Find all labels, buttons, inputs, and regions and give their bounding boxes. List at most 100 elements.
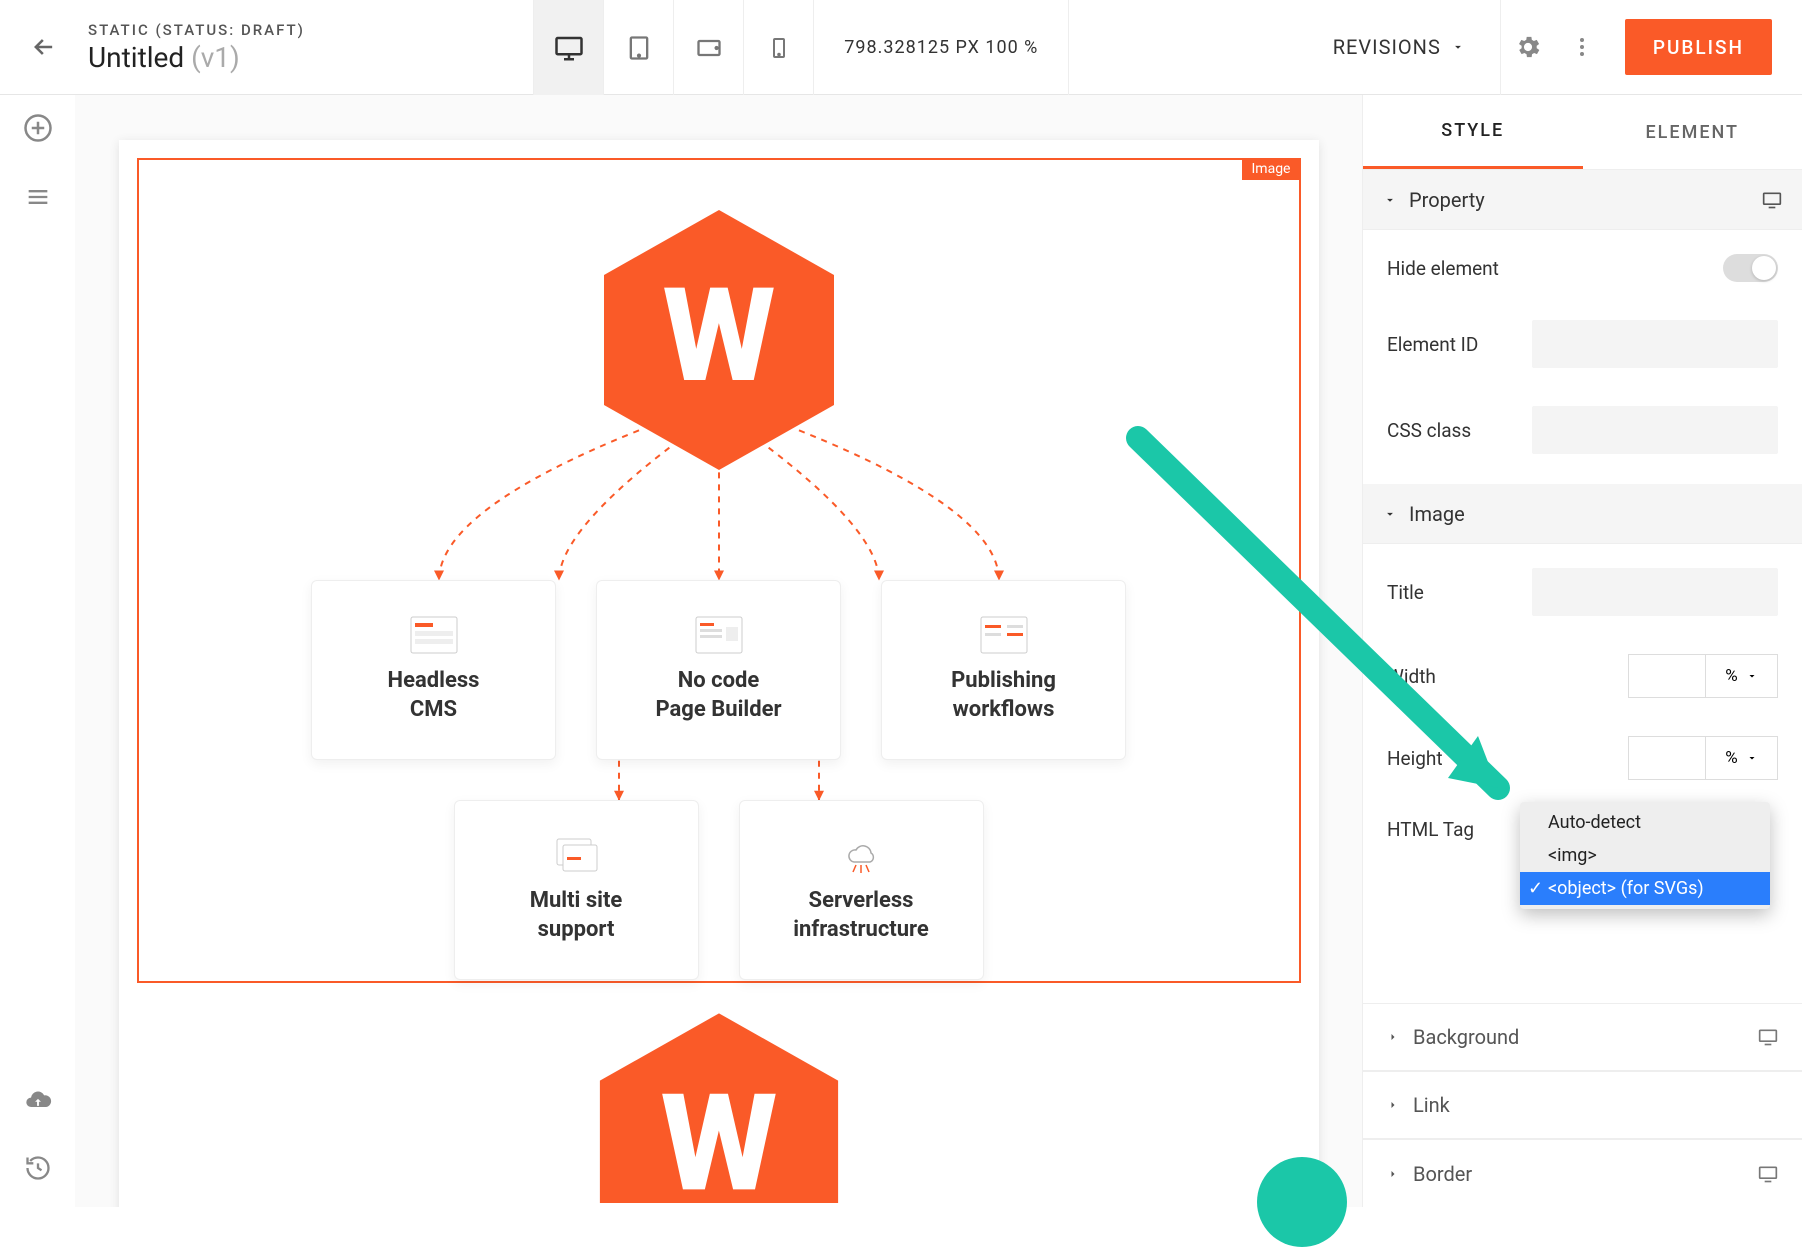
- canvas-area[interactable]: Image: [75, 95, 1362, 1207]
- dropdown-option[interactable]: Auto-detect: [1520, 806, 1770, 839]
- card-label: Multi sitesupport: [530, 887, 623, 944]
- tab-element[interactable]: ELEMENT: [1583, 95, 1802, 169]
- page-title: Untitled (v1): [88, 41, 305, 74]
- card-page-builder: No codePage Builder: [596, 580, 841, 760]
- html-tag-dropdown[interactable]: Auto-detect <img> <object> (for SVGs): [1520, 802, 1770, 909]
- history-button[interactable]: [24, 1154, 52, 1182]
- device-desktop[interactable]: [533, 0, 603, 95]
- css-class-input[interactable]: [1532, 406, 1778, 454]
- prop-css-class: CSS class: [1387, 406, 1778, 454]
- unit-text: %: [1725, 666, 1737, 686]
- more-vertical-icon: [1570, 35, 1594, 59]
- dropdown-option[interactable]: <object> (for SVGs): [1520, 872, 1770, 905]
- card-label: Publishingworkflows: [951, 667, 1056, 724]
- image-title-input[interactable]: [1532, 568, 1778, 616]
- feature-row-2: Multi sitesupport Serverlessinfrastructu…: [139, 800, 1299, 980]
- unit-text: %: [1725, 748, 1737, 768]
- element-id-input[interactable]: [1532, 320, 1778, 368]
- status-label: STATIC (STATUS: DRAFT): [88, 21, 305, 39]
- caret-down-icon: [1746, 752, 1758, 764]
- section-property-body: Hide element Element ID CSS class: [1363, 230, 1802, 484]
- caret-right-icon: [1387, 1099, 1399, 1111]
- prop-label: HTML Tag: [1387, 818, 1532, 841]
- more-button[interactable]: [1555, 0, 1610, 95]
- topbar: STATIC (STATUS: DRAFT) Untitled (v1) 798…: [0, 0, 1802, 95]
- prop-width: Width %: [1387, 654, 1778, 698]
- card-label: HeadlessCMS: [388, 667, 480, 724]
- prop-label: Element ID: [1387, 333, 1532, 356]
- device-icon: [1758, 1164, 1778, 1184]
- section-title: Image: [1409, 502, 1465, 526]
- publish-button[interactable]: PUBLISH: [1625, 19, 1772, 75]
- card-label: Serverlessinfrastructure: [793, 887, 929, 944]
- feature-row-1: HeadlessCMS No codePage Builder Publishi…: [139, 580, 1299, 760]
- history-icon: [24, 1154, 52, 1182]
- caret-down-icon: [1746, 670, 1758, 682]
- second-image-block: W: [137, 1003, 1301, 1203]
- height-input[interactable]: [1628, 736, 1706, 780]
- section-title: Link: [1413, 1093, 1450, 1117]
- settings-button[interactable]: [1500, 0, 1555, 95]
- svg-text:W: W: [660, 1064, 777, 1203]
- section-title: Property: [1409, 188, 1485, 212]
- device-icon: [1758, 1027, 1778, 1047]
- caret-right-icon: [1387, 1168, 1399, 1180]
- right-panel: STYLE ELEMENT Property Hide element Elem…: [1362, 95, 1802, 1207]
- device-tablet[interactable]: [603, 0, 673, 95]
- revisions-dropdown[interactable]: REVISIONS: [1298, 0, 1500, 95]
- section-border[interactable]: Border: [1363, 1139, 1802, 1207]
- upload-button[interactable]: [24, 1086, 52, 1114]
- card-serverless: Serverlessinfrastructure: [739, 800, 984, 980]
- prop-title: Title: [1387, 568, 1778, 616]
- prop-label: Height: [1387, 747, 1532, 770]
- prop-label: CSS class: [1387, 419, 1532, 442]
- cloud-upload-icon: [24, 1086, 52, 1114]
- caret-right-icon: [1387, 1031, 1399, 1043]
- floating-action-button[interactable]: [1257, 1157, 1347, 1247]
- device-icon: [1762, 190, 1782, 210]
- caret-down-icon: [1451, 40, 1465, 54]
- prop-height: Height %: [1387, 736, 1778, 780]
- add-button[interactable]: [23, 113, 53, 143]
- card-multisite: Multi sitesupport: [454, 800, 699, 980]
- prop-label: Title: [1387, 581, 1532, 604]
- canvas-dimensions: 798.328125 PX 100 %: [813, 0, 1069, 95]
- caret-down-icon: [1383, 507, 1397, 521]
- card-headless-cms: HeadlessCMS: [311, 580, 556, 760]
- prop-label: Hide element: [1387, 257, 1532, 280]
- device-mobile[interactable]: [743, 0, 813, 95]
- dropdown-option[interactable]: <img>: [1520, 839, 1770, 872]
- hide-toggle[interactable]: [1723, 254, 1778, 282]
- layers-button[interactable]: [24, 183, 52, 211]
- back-button[interactable]: [10, 0, 78, 95]
- prop-element-id: Element ID: [1387, 320, 1778, 368]
- device-tablet-landscape[interactable]: [673, 0, 743, 95]
- version-text: (v1): [191, 41, 240, 74]
- height-unit-select[interactable]: %: [1706, 736, 1778, 780]
- card-label: No codePage Builder: [655, 667, 781, 724]
- page-frame: Image: [119, 140, 1319, 1207]
- section-property-header[interactable]: Property: [1363, 170, 1802, 230]
- section-title: Border: [1413, 1162, 1472, 1186]
- diagram: W HeadlessCMS No codePage Builder Publis…: [139, 160, 1299, 981]
- selected-image-block[interactable]: Image: [137, 158, 1301, 983]
- section-image-header[interactable]: Image: [1363, 484, 1802, 544]
- caret-down-icon: [1383, 193, 1397, 207]
- section-link[interactable]: Link: [1363, 1071, 1802, 1139]
- revisions-label: REVISIONS: [1333, 35, 1441, 59]
- title-text: Untitled: [88, 41, 184, 74]
- card-workflows: Publishingworkflows: [881, 580, 1126, 760]
- logo-hexagon: W: [594, 200, 844, 480]
- section-background[interactable]: Background: [1363, 1003, 1802, 1071]
- left-rail: [0, 95, 75, 1207]
- width-unit-select[interactable]: %: [1706, 654, 1778, 698]
- width-input[interactable]: [1628, 654, 1706, 698]
- prop-label: Width: [1387, 665, 1532, 688]
- gear-icon: [1514, 33, 1542, 61]
- tab-style[interactable]: STYLE: [1363, 95, 1583, 169]
- right-tabs: STYLE ELEMENT: [1363, 95, 1802, 170]
- svg-text:W: W: [662, 259, 775, 412]
- prop-hide-element: Hide element: [1387, 254, 1778, 282]
- title-block: STATIC (STATUS: DRAFT) Untitled (v1): [78, 0, 305, 94]
- device-group: [533, 0, 813, 94]
